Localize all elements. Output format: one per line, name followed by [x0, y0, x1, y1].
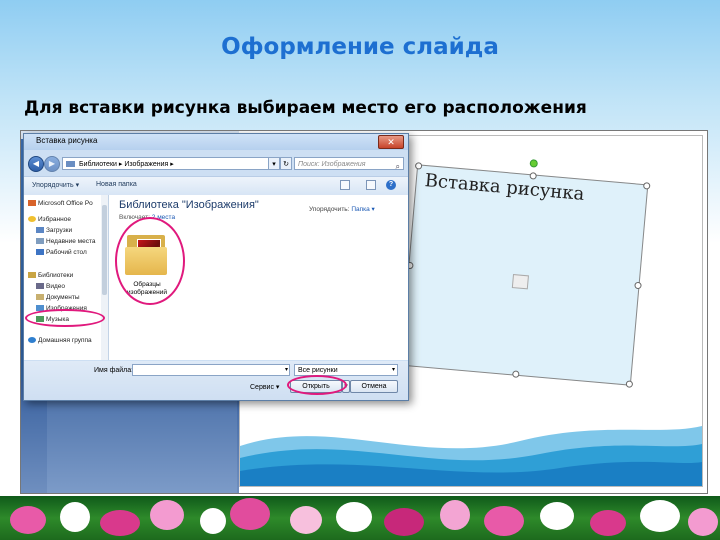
nav-item-video[interactable]: Видео: [36, 283, 65, 290]
rotation-handle[interactable]: [529, 159, 539, 168]
resize-handle[interactable]: [634, 281, 642, 290]
new-folder-button[interactable]: Новая папка: [96, 181, 137, 188]
address-dropdown-icon[interactable]: ▾: [268, 157, 280, 170]
resize-handle[interactable]: [529, 172, 537, 180]
dialog-footer: Имя файла: ▾ Все рисунки ▾ Сервис ▾ Откры…: [24, 361, 408, 400]
preview-pane-icon[interactable]: [366, 180, 376, 190]
star-icon: [28, 216, 36, 222]
nav-item-homegroup[interactable]: Домашняя группа: [28, 337, 92, 344]
nav-scrollbar[interactable]: [101, 195, 108, 360]
recent-places-icon: [36, 238, 44, 244]
dialog-titlebar[interactable]: Вставка рисунка ✕: [24, 134, 408, 150]
filetype-select[interactable]: Все рисунки ▾: [294, 364, 398, 376]
insert-picture-dialog: Вставка рисунка ✕ ◀ ▶ Библиотеки ▸ Изобр…: [23, 133, 409, 401]
address-bar[interactable]: Библиотеки ▸ Изображения ▸: [62, 157, 280, 170]
slide-wave-decoration: [240, 426, 702, 486]
resize-handle[interactable]: [625, 380, 634, 388]
forward-button[interactable]: ▶: [44, 156, 60, 172]
slide-subtitle: Для вставки рисунка выбираем место его р…: [24, 98, 587, 118]
nav-item-desktop[interactable]: Рабочий стол: [36, 249, 87, 256]
organize-button[interactable]: Упорядочить ▾: [32, 181, 79, 189]
highlight-ring-pictures: [25, 309, 105, 327]
close-button[interactable]: ✕: [378, 135, 404, 149]
nav-item-downloads[interactable]: Загрузки: [36, 227, 72, 234]
view-options-icon[interactable]: [340, 180, 350, 190]
insert-picture-icon[interactable]: [511, 274, 529, 290]
dialog-title: Вставка рисунка: [36, 136, 98, 145]
video-icon: [36, 283, 44, 289]
flower-border-decoration: [0, 496, 720, 540]
chevron-down-icon[interactable]: ▾: [285, 365, 288, 376]
nav-item-recent-places[interactable]: Недавние места: [36, 238, 96, 245]
filename-input[interactable]: ▾: [132, 364, 290, 376]
highlight-ring-open: [287, 375, 347, 395]
nav-item-documents[interactable]: Документы: [36, 294, 80, 301]
refresh-icon[interactable]: ↻: [280, 157, 292, 170]
arrange-by-dropdown[interactable]: Папка ▾: [351, 206, 374, 213]
address-path: Библиотеки ▸ Изображения ▸: [79, 161, 174, 168]
address-row: ◀ ▶ Библиотеки ▸ Изображения ▸ ▾ ↻ Поиск…: [24, 154, 408, 174]
resize-handle[interactable]: [512, 370, 520, 378]
slide-title: Оформление слайда: [221, 34, 499, 60]
resize-handle[interactable]: [414, 162, 423, 170]
downloads-icon: [36, 227, 44, 233]
picture-placeholder[interactable]: Вставка рисунка: [397, 159, 651, 388]
back-button[interactable]: ◀: [28, 156, 44, 172]
folder-icon: [66, 161, 75, 167]
highlight-ring-folder: [115, 217, 185, 305]
search-input[interactable]: Поиск: Изображения ⌕: [294, 157, 404, 171]
arrange-by: Упорядочить: Папка ▾: [309, 206, 375, 213]
chevron-down-icon: ▾: [391, 367, 395, 373]
placeholder-title: Вставка рисунка: [423, 170, 586, 205]
nav-item-favorites[interactable]: Избранное: [28, 216, 71, 223]
filename-label: Имя файла:: [94, 367, 134, 374]
screenshot-frame: Вставка рисунка Вставка рисунка ✕ ◀ ▶ Би…: [20, 130, 708, 494]
desktop-icon: [36, 249, 44, 255]
nav-item-libraries[interactable]: Библиотеки: [28, 272, 73, 279]
cancel-button[interactable]: Отмена: [350, 380, 398, 393]
search-placeholder: Поиск: Изображения: [298, 161, 366, 168]
help-icon[interactable]: ?: [386, 180, 396, 190]
resize-handle[interactable]: [642, 182, 651, 190]
search-icon: ⌕: [395, 162, 400, 171]
homegroup-icon: [28, 337, 36, 343]
slide-thumbnail[interactable]: [47, 391, 237, 493]
tools-menu[interactable]: Сервис ▾: [250, 383, 279, 391]
navigation-pane: Microsoft Office Po Избранное Загрузки Н…: [24, 195, 109, 360]
documents-icon: [36, 294, 44, 300]
nav-item-office[interactable]: Microsoft Office Po: [28, 200, 93, 207]
library-title: Библиотека "Изображения": [119, 199, 259, 211]
dialog-toolbar: Упорядочить ▾ Новая папка ?: [24, 176, 408, 196]
office-icon: [28, 200, 36, 206]
libraries-icon: [28, 272, 36, 278]
